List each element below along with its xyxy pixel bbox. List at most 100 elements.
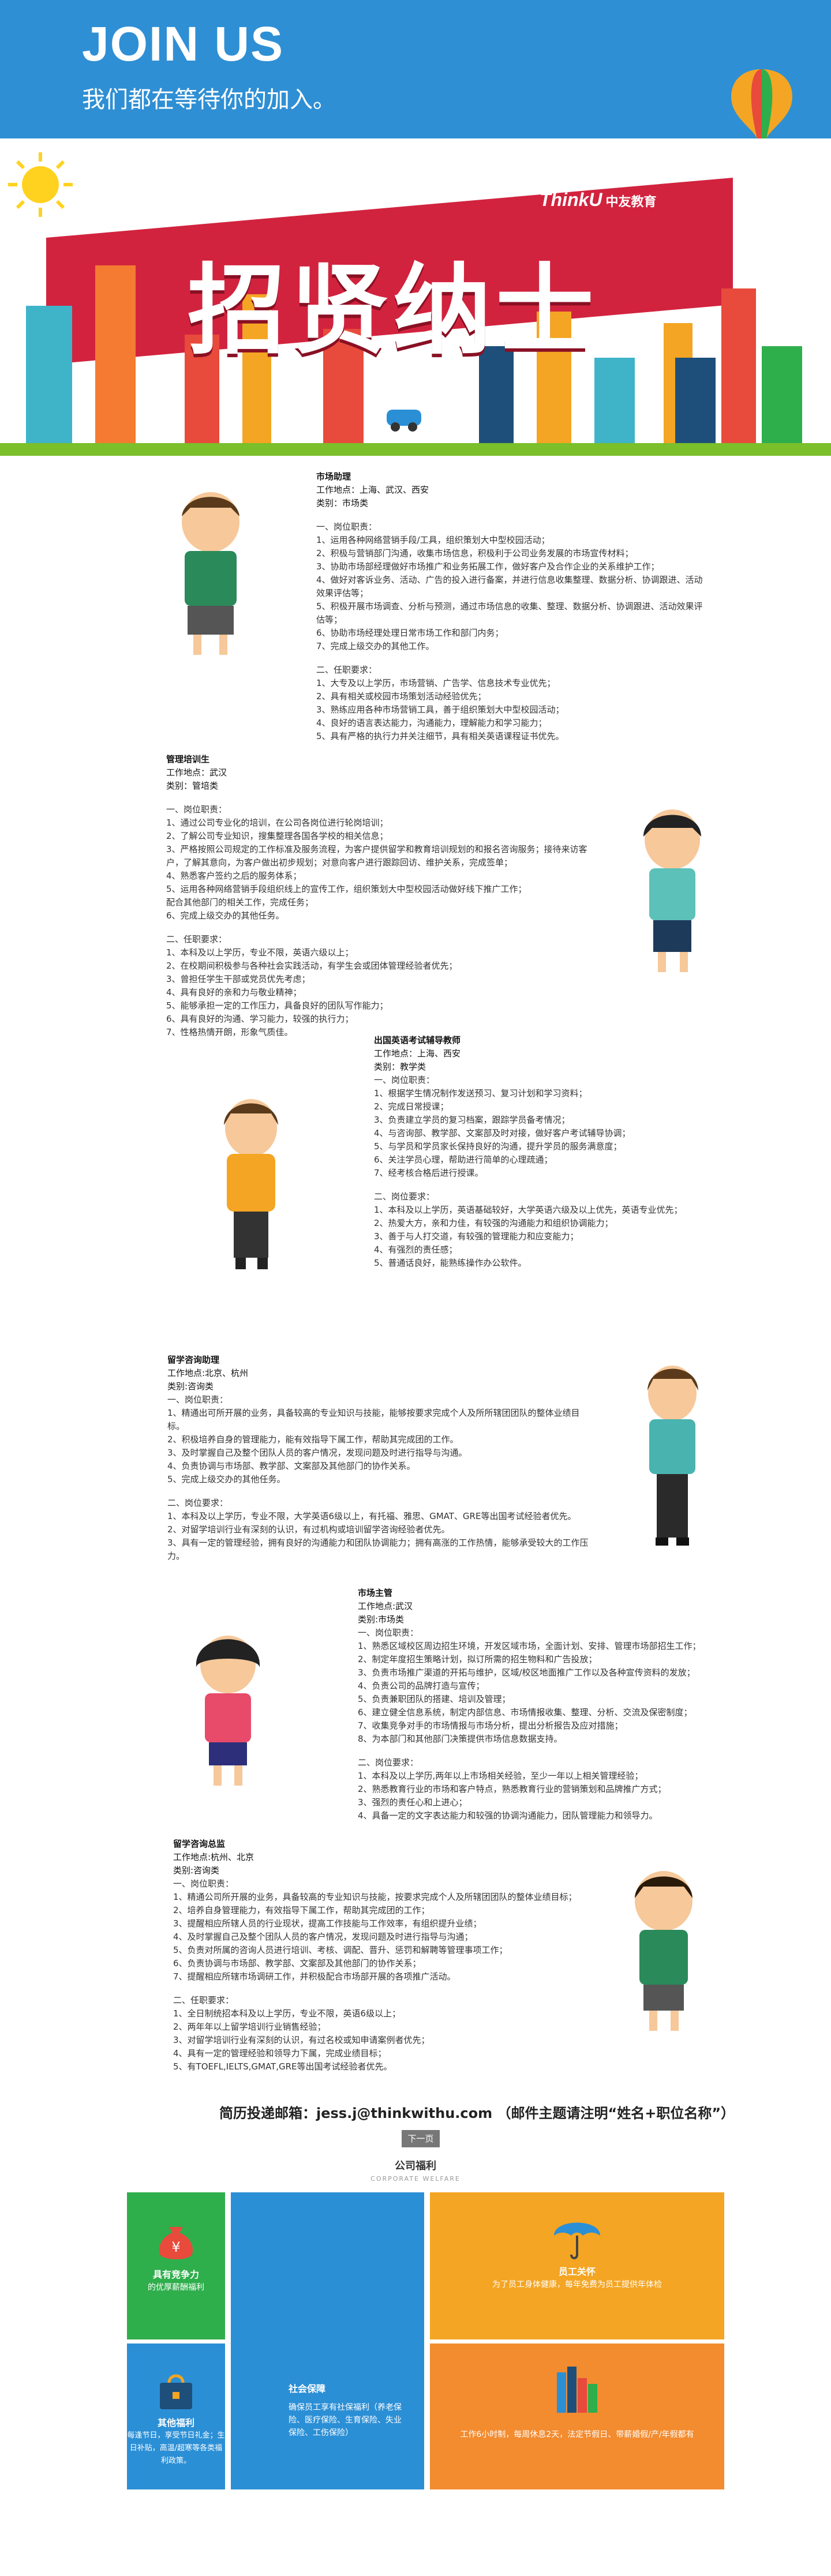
list-item: 3、对留学培训行业有深刻的认识，有过名校或知申请案例者优先； <box>173 2035 430 2045</box>
welfare-tile: 其他福利 每逢节日，享受节日礼金；生日补贴，高温/超寒等各类福利政策。 <box>127 2343 225 2489</box>
job-category: 类别:市场类 <box>358 1614 405 1625</box>
job-location: 工作地点：上海、武汉、西安 <box>316 485 429 495</box>
header-title: JOIN US <box>82 17 285 71</box>
job-category: 类别：市场类 <box>316 498 369 508</box>
list-item: 1、通过公司专业化的培训，在公司各岗位进行轮岗培训； <box>166 818 388 828</box>
list-item: 5、完成上级交办的其他任务。 <box>167 1474 286 1484</box>
welfare-subtitle: CORPORATE WELFARE <box>370 2175 461 2183</box>
list-item: 1、大专及以上学历，市场营销、广告学、信息技术专业优先； <box>316 678 556 688</box>
section-heading: 二、岗位要求： <box>167 1498 229 1508</box>
job-title: 留学咨询助理 <box>167 1355 220 1365</box>
list-item: 4、负责公司的品牌打造与宣传； <box>358 1681 485 1691</box>
list-item: 4、具有良好的亲和力与敬业精神； <box>166 987 302 998</box>
section-heading: 二、岗位要求： <box>358 1757 419 1768</box>
list-item: 3、严格按照公司规定的工作标准及服务流程，为客户提供留学和教育培训规划的和报名咨… <box>166 844 587 868</box>
list-item: 1、熟悉区域校区周边招生环境，开发区域市场，全面计划、安排、管理市场部招生工作； <box>358 1641 701 1651</box>
person-illustration <box>224 1099 278 1269</box>
tile-desc: 每逢节日，享受节日礼金；生日补贴，高温/超寒等各类福利政策。 <box>127 2431 225 2465</box>
list-item: 5、有TOEFL,IELTS,GMAT,GRE等出国考试经验者优先。 <box>173 2061 392 2072</box>
list-item: 1、本科及以上学历，专业不限，英语六级以上； <box>166 947 354 958</box>
welfare-tile: 工作6小时制，每周休息2天，法定节假日、带薪婚假/产/年假都有 <box>430 2343 724 2489</box>
job-title: 市场主管 <box>358 1588 393 1598</box>
tile-title: 其他福利 <box>157 2417 194 2428</box>
job-posting: 留学咨询总监 工作地点:杭州、北京 类别:咨询类 一、岗位职责： 1、精通公司所… <box>173 1838 600 2073</box>
list-item: 4、负责协调与市场部、教学部、文案部及其他部门的协作关系。 <box>167 1461 415 1471</box>
job-title: 管理培训生 <box>166 754 210 764</box>
list-item: 3、具有一定的管理经验，拥有良好的沟通能力和团队协调能力；拥有高涨的工作热情，能… <box>167 1538 589 1561</box>
job-location: 工作地点:武汉 <box>358 1601 413 1611</box>
section-heading: 一、岗位职责： <box>167 1394 229 1405</box>
person-illustration <box>647 1366 698 1546</box>
list-item: 3、负责建立学员的复习档案，跟踪学员备考情况； <box>374 1115 570 1125</box>
list-item: 7、提醒相应所辖市场调研工作，并积极配合市场部开展的各项推广活动。 <box>173 1971 456 1982</box>
list-item: 3、熟练应用各种市场营销工具，善于组织策划大中型校园活动； <box>316 704 564 715</box>
list-item: 6、具有良好的沟通、学习能力，较强的执行力； <box>166 1014 354 1024</box>
list-item: 2、了解公司专业知识，搜集整理各国各学校的相关信息； <box>166 831 388 841</box>
list-item: 2、制定年度招生策略计划，拟订所需的招生物料和广告投放； <box>358 1654 597 1664</box>
list-item: 2、具有相关或校园市场策划活动经验优先； <box>316 691 486 702</box>
list-item: 3、提醒相应所辖人员的行业现状，提高工作技能与工作效率，有组织提升业绩； <box>173 1918 482 1929</box>
list-item: 4、有强烈的责任感； <box>374 1244 458 1255</box>
person-illustration <box>182 492 239 655</box>
banner-title: 招贤纳士 <box>188 254 599 368</box>
tile-title: 社会保障 <box>289 2383 326 2394</box>
list-item: 7、完成上级交办的其他工作。 <box>316 641 435 651</box>
list-item: 6、协助市场经理处理日常市场工作和部门内务； <box>316 628 504 638</box>
page-header: JOIN US 我们都在等待你的加入。 <box>0 0 831 156</box>
list-item: 8、为本部门和其他部门决策提供市场信息数据支持。 <box>358 1734 563 1744</box>
list-item: 6、建立健全信息系统，制定内部信息、市场情报收集、整理、分析、交流及保密制度； <box>358 1707 692 1718</box>
list-item: 4、做好对客诉业务、活动、广告的投入进行备案，并进行信息收集整理、数据分析、协调… <box>316 575 703 598</box>
section-heading: 一、岗位职责： <box>358 1628 419 1638</box>
list-item: 4、具备一定的文字表达能力和较强的协调沟通能力，团队管理能力和领导力。 <box>358 1810 658 1821</box>
tile-desc: 工作6小时制，每周休息2天，法定节假日、带薪婚假/产/年假都有 <box>460 2430 694 2439</box>
list-item: 3、强烈的责任心和上进心； <box>358 1797 467 1808</box>
job-title: 留学咨询总监 <box>173 1839 226 1849</box>
welfare-tile: 社会保障 确保员工享有社保福利（养老保险、医疗保险、生育保险、失业保险、工伤保险… <box>231 2192 424 2489</box>
list-item: 5、运用各种网络营销手段组织线上的宣传工作，组织策划大中型校园活动做好线下推广工… <box>166 884 527 894</box>
section-heading: 二、任职要求： <box>166 934 227 944</box>
list-item: 4、熟悉客户签约之后的服务体系； <box>166 871 302 881</box>
list-item: 2、熟悉教育行业的市场和客户特点，熟悉教育行业的营销策划和品牌推广方式； <box>358 1784 667 1794</box>
tile-desc: 为了员工身体健康，每年免费为员工提供年体检 <box>492 2280 662 2289</box>
list-item: 5、与学员和学员家长保持良好的沟通，提升学员的服务满意度； <box>374 1141 622 1152</box>
tile-desc: 确保员工享有社保福利（养老保险、医疗保险、生育保险、失业保险、工伤保险） <box>289 2403 402 2438</box>
list-item: 5、负责对所属的咨询人员进行培训、考核、调配、晋升、惩罚和解聘等管理事项工作； <box>173 1945 508 1955</box>
person-illustration <box>643 809 701 972</box>
list-item: 7、经考核合格后进行授课。 <box>374 1168 484 1178</box>
list-item: 3、负责市场推广渠道的开拓与维护，区域/校区地面推广工作以及各种宣传资料的发放； <box>358 1667 695 1678</box>
money-bag-icon: ¥ <box>159 2227 193 2259</box>
hero-banner: ThinkU 中友教育 招贤纳士 <box>0 138 831 462</box>
list-item: 2、对留学培训行业有深刻的认识，有过机构或培训留学咨询经验者优先。 <box>167 1524 450 1535</box>
person-illustration <box>196 1636 260 1786</box>
list-item: 5、负责兼职团队的搭建、培训及管理； <box>358 1694 511 1704</box>
list-item: 5、积极开展市场调查、分析与预测，通过市场信息的收集、整理、数据分析、协调跟进、… <box>316 601 703 625</box>
job-posting: 留学咨询助理 工作地点:北京、杭州 类别:咨询类 一、岗位职责： 1、精通出可所… <box>167 1353 594 1563</box>
list-item: 1、本科及以上学历,两年以上市场相关经验，至少一年以上相关管理经验； <box>358 1771 643 1781</box>
next-page-button[interactable]: 下一页 <box>402 2130 440 2147</box>
tile-title: 具有竞争力 <box>152 2269 199 2280</box>
list-item: 6、负责协调与市场部、教学部、文案部及其他部门的协作关系； <box>173 1958 421 1968</box>
section-heading: 一、岗位职责： <box>316 522 377 532</box>
ground <box>0 443 831 456</box>
list-item: 5、具有严格的执行力并关注细节，具有相关英语课程证书优先。 <box>316 731 564 741</box>
list-item: 2、积极培养自身的管理能力，能有效指导下属工作，帮助其完成团的工作。 <box>167 1434 459 1445</box>
job-category: 类别：管培类 <box>166 781 219 791</box>
section-heading: 一、岗位职责： <box>166 804 227 815</box>
job-title: 市场助理 <box>316 471 351 482</box>
list-item: 2、两年年以上留学培训行业销售经验； <box>173 2022 326 2032</box>
list-item: 配合其他部门的相关工作，完成任务； <box>166 897 314 908</box>
section-heading: 二、任职要求： <box>316 665 377 675</box>
list-item: 4、良好的语言表达能力，沟通能力，理解能力和学习能力； <box>316 718 547 728</box>
list-item: 1、精通公司所开展的业务，具备较高的专业知识与技能，按要求完成个人及所辖团团队的… <box>173 1892 577 1902</box>
tile-title: 员工关怀 <box>558 2266 596 2277</box>
svg-text:¥: ¥ <box>171 2239 180 2255</box>
resume-email: 简历投递邮箱：jess.j@thinkwithu.com （邮件主题请注明“姓名… <box>219 2105 735 2121</box>
header-subtitle: 我们都在等待你的加入。 <box>82 87 336 113</box>
list-item: 2、培养自身管理能力，有效指导下属工作，帮助其完成团的工作； <box>173 1905 430 1915</box>
welfare-tile: 员工关怀 为了员工身体健康，每年免费为员工提供年体检 <box>430 2192 724 2339</box>
job-category: 类别:咨询类 <box>167 1381 214 1392</box>
list-item: 1、根据学生情况制作发送预习、复习计划和学习资料； <box>374 1088 587 1098</box>
section-heading: 一、岗位职责： <box>374 1075 435 1085</box>
welfare-title: 公司福利 <box>395 2160 436 2172</box>
job-posting: 出国英语考试辅导教师 工作地点：上海、西安 类别：教学类 一、岗位职责： 1、根… <box>374 1034 749 1270</box>
